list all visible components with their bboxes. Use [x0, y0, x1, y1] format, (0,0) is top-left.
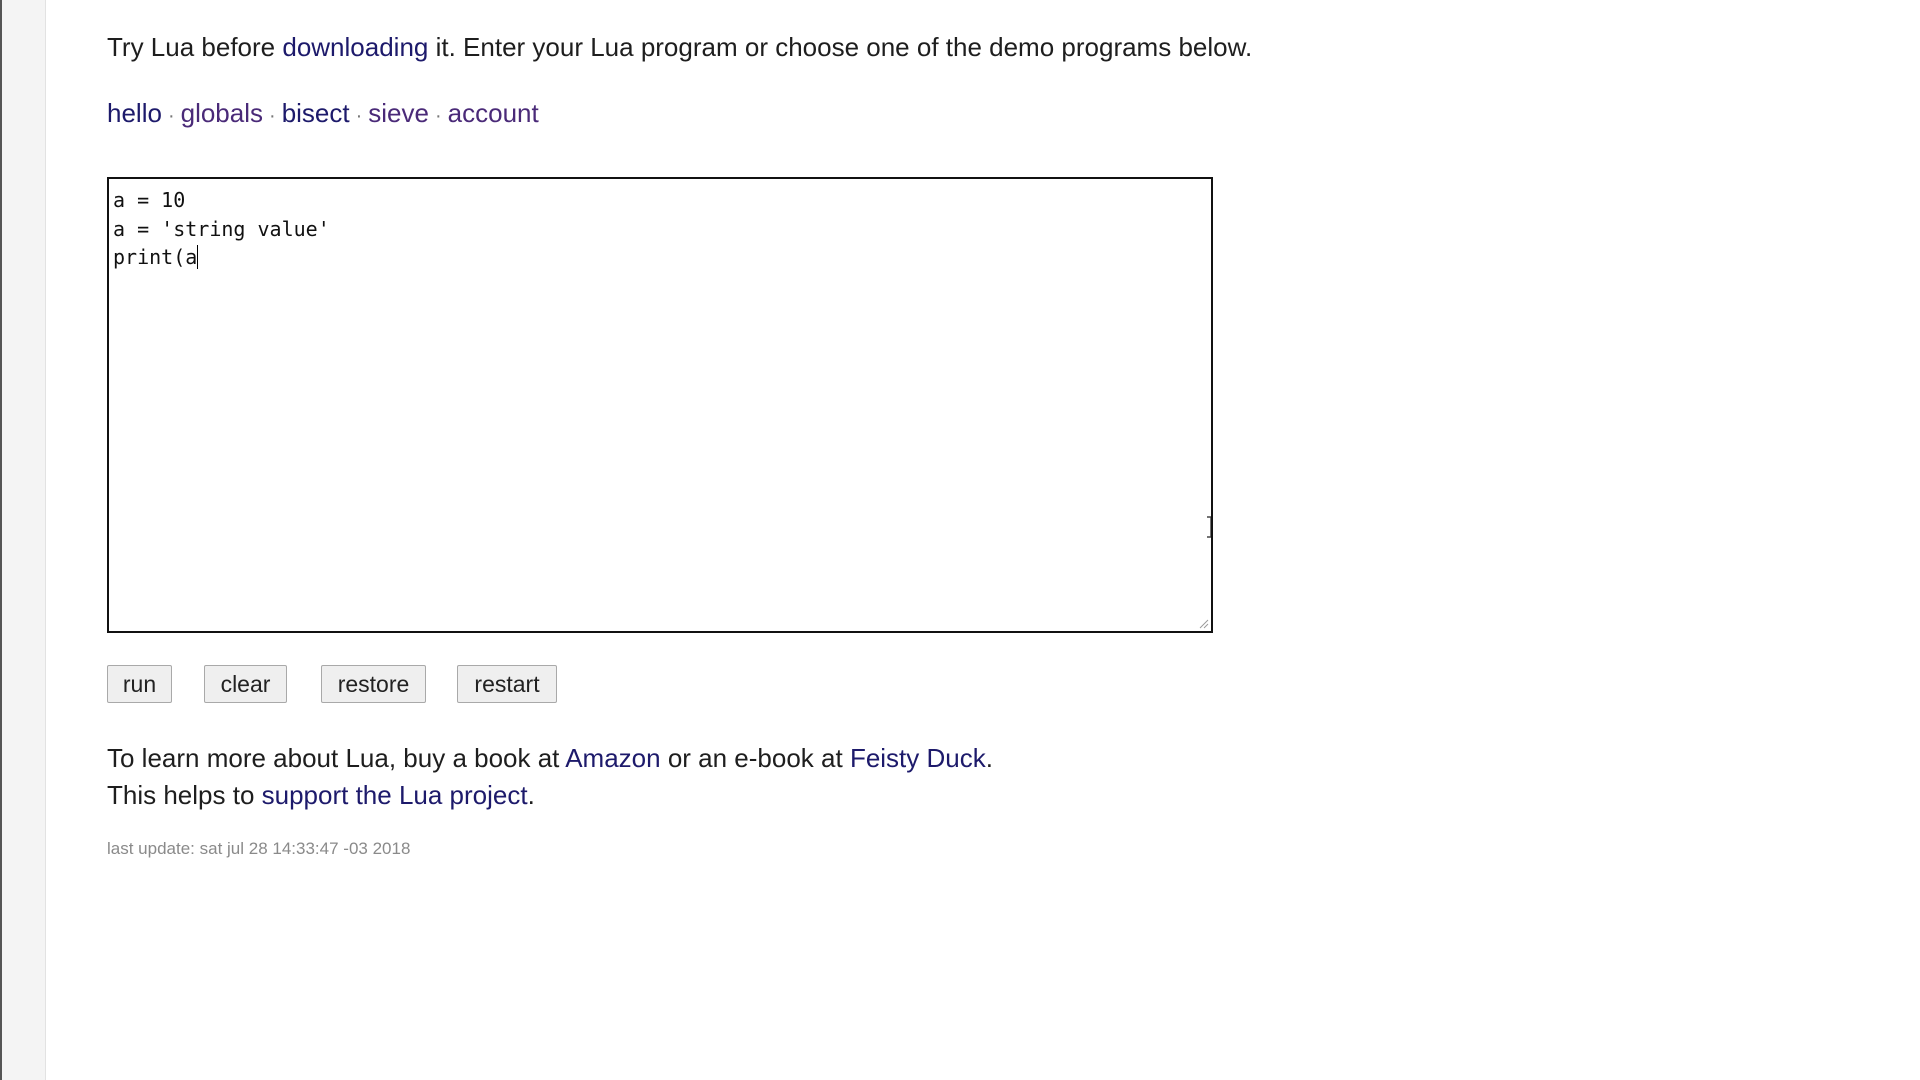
learn-more-text: To learn more about Lua, buy a book at	[107, 743, 566, 773]
code-line: a = 10	[113, 188, 186, 212]
learn-more-text: .	[985, 743, 993, 773]
feisty-duck-link[interactable]: Feisty Duck	[850, 743, 986, 773]
ibeam-cursor-icon	[1207, 516, 1211, 538]
learn-more-text: .	[527, 780, 535, 810]
amazon-link[interactable]: Amazon	[565, 743, 660, 773]
learn-more-paragraph: To learn more about Lua, buy a book at A…	[107, 740, 993, 814]
separator-dot: ·	[355, 105, 363, 127]
left-margin-panel	[0, 0, 46, 1080]
code-line: a = 'string value'	[113, 216, 330, 241]
intro-paragraph: Try Lua before downloading it. Enter you…	[107, 30, 1252, 64]
text-caret	[197, 245, 199, 269]
separator-dot: ·	[434, 105, 442, 127]
separator-dot: ·	[167, 105, 175, 127]
learn-more-text: or an e-book at	[660, 743, 850, 773]
code-editor-textarea[interactable]: a = 10 a = 'string value' print(a	[107, 177, 1213, 633]
clear-button[interactable]: clear	[204, 665, 287, 703]
support-lua-link[interactable]: support the Lua project	[262, 780, 528, 810]
demo-program-links: hello · globals · bisect · sieve · account	[107, 96, 539, 133]
learn-more-text: This helps to	[107, 780, 262, 810]
learn-more-line-1: To learn more about Lua, buy a book at A…	[107, 740, 993, 777]
run-button[interactable]: run	[107, 665, 172, 703]
demo-link-bisect[interactable]: bisect	[282, 98, 350, 128]
demo-link-account[interactable]: account	[448, 98, 539, 128]
page: Try Lua before downloading it. Enter you…	[0, 0, 1920, 1080]
demo-link-sieve[interactable]: sieve	[368, 98, 429, 128]
code-line-current: print(a	[113, 243, 1207, 272]
demo-link-globals[interactable]: globals	[181, 98, 263, 128]
intro-text-start: Try Lua before	[107, 32, 283, 62]
code-line-text: print(a	[113, 245, 198, 269]
restart-button[interactable]: restart	[457, 665, 557, 703]
resize-grip-icon[interactable]	[1197, 617, 1209, 629]
downloading-link[interactable]: downloading	[282, 32, 428, 62]
learn-more-line-2: This helps to support the Lua project.	[107, 777, 993, 814]
intro-text-end: it. Enter your Lua program or choose one…	[428, 32, 1253, 62]
restore-button[interactable]: restore	[321, 665, 426, 703]
demo-link-hello[interactable]: hello	[107, 98, 162, 128]
last-update-timestamp: last update: sat jul 28 14:33:47 -03 201…	[107, 839, 411, 858]
separator-dot: ·	[269, 105, 276, 127]
